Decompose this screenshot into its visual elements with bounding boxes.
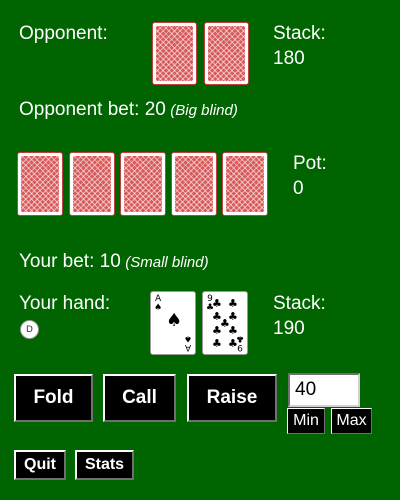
club-icon: ♣ bbox=[212, 297, 222, 310]
dealer-button: D bbox=[20, 320, 39, 339]
club-icon: ♣ bbox=[228, 297, 238, 310]
club-icon: ♣ bbox=[235, 333, 244, 343]
opponent-stack-value: 180 bbox=[273, 48, 305, 69]
club-icon: ♣ bbox=[212, 324, 222, 337]
opponent-bet-label: Opponent bet: 20 bbox=[19, 99, 166, 120]
call-button[interactable]: Call bbox=[103, 374, 176, 422]
player-bet-label: Your bet: 10 bbox=[19, 251, 121, 272]
opponent-bet: Opponent bet: 20 (Big blind) bbox=[19, 98, 238, 122]
spade-icon: ♠ bbox=[183, 333, 192, 343]
opponent-card-2 bbox=[204, 22, 249, 85]
club-icon: ♣ bbox=[212, 337, 222, 350]
player-card-2-rank: 9 bbox=[237, 342, 243, 352]
player-card-1: A ♠ ♠ A ♠ bbox=[150, 291, 196, 355]
spade-icon: ♠ bbox=[154, 303, 163, 313]
max-button[interactable]: Max bbox=[331, 408, 372, 434]
min-button[interactable]: Min bbox=[287, 408, 325, 434]
player-card-2-corner-bottom: 9 ♣ bbox=[235, 333, 244, 352]
player-card-2: 9 ♣ ♣ ♣ ♣ ♣ ♣ ♣ ♣ ♣ ♣ 9 ♣ bbox=[202, 291, 248, 355]
player-card-1-corner-top: A ♠ bbox=[154, 295, 162, 313]
raise-button[interactable]: Raise bbox=[187, 374, 277, 422]
board-card-5 bbox=[222, 152, 268, 216]
player-card-1-corner-bottom: A ♠ bbox=[183, 333, 192, 352]
player-bet-note: (Small blind) bbox=[125, 254, 209, 271]
pot-value: 0 bbox=[293, 178, 304, 199]
opponent-bet-note: (Big blind) bbox=[170, 102, 238, 119]
board-card-3 bbox=[120, 152, 166, 216]
player-stack-label: Stack: bbox=[273, 293, 326, 314]
player-stack-value: 190 bbox=[273, 318, 305, 339]
board-card-4 bbox=[171, 152, 217, 216]
opponent-stack-label: Stack: bbox=[273, 23, 326, 44]
player-card-1-rank: A bbox=[184, 342, 192, 352]
your-hand-label: Your hand: bbox=[19, 293, 111, 314]
opponent-label: Opponent: bbox=[19, 23, 108, 44]
raise-amount-input[interactable] bbox=[288, 373, 360, 407]
opponent-card-1 bbox=[152, 22, 197, 85]
stats-button[interactable]: Stats bbox=[75, 450, 134, 480]
fold-button[interactable]: Fold bbox=[14, 374, 93, 422]
player-bet: Your bet: 10 (Small blind) bbox=[19, 250, 209, 274]
pot-label: Pot: bbox=[293, 153, 327, 174]
quit-button[interactable]: Quit bbox=[14, 450, 66, 480]
board-card-1 bbox=[17, 152, 63, 216]
board-card-2 bbox=[69, 152, 115, 216]
spade-icon: ♠ bbox=[166, 310, 183, 331]
